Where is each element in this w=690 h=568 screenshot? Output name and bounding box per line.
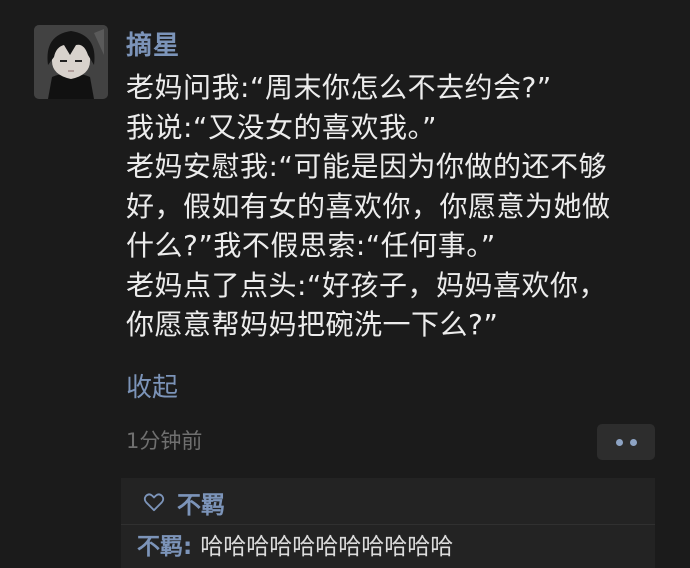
post-content-line: 好，假如有女的喜欢你，你愿意为她做 (126, 189, 611, 223)
comment-item[interactable]: 不羁: 哈哈哈哈哈哈哈哈哈哈哈 (137, 530, 453, 564)
post-content-line: 老妈点了点头:“好孩子，妈妈喜欢你， (126, 268, 607, 302)
post-content-line: 你愿意帮妈妈把碗洗一下么?” (126, 308, 499, 341)
post-content-line: 老妈问我:“周末你怎么不去约会?” (126, 71, 552, 104)
collapse-link[interactable]: 收起 (126, 368, 178, 408)
comment-text: 哈哈哈哈哈哈哈哈哈哈哈 (200, 534, 454, 560)
comment-author[interactable]: 不羁 (137, 534, 183, 560)
feedback-panel: 不羁 不羁: 哈哈哈哈哈哈哈哈哈哈哈 (121, 478, 655, 568)
post-content-line: 老妈安慰我:“可能是因为你做的还不够 (126, 150, 607, 183)
comment-separator: : (183, 534, 201, 560)
likes-row: 不羁 (143, 484, 225, 520)
more-dots-icon (629, 438, 637, 446)
anime-avatar-icon (34, 25, 108, 99)
post-content: 老妈问我:“周末你怎么不去约会?” 我说:“又没女的喜欢我。” 老妈安慰我:“可… (126, 68, 666, 345)
moment-post: 摘星 老妈问我:“周末你怎么不去约会?” 我说:“又没女的喜欢我。” 老妈安慰我… (126, 26, 666, 345)
post-content-line: 我说:“又没女的喜欢我。” (126, 110, 437, 144)
divider (121, 524, 655, 525)
avatar[interactable] (34, 25, 108, 99)
post-content-line: 什么?”我不假思索:“任何事。” (126, 229, 496, 262)
more-dots-icon (615, 438, 623, 446)
heart-outline-icon (143, 493, 165, 512)
liker-name[interactable]: 不羁 (177, 485, 225, 520)
post-author-name[interactable]: 摘星 (126, 26, 666, 66)
post-timestamp: 1分钟前 (126, 429, 203, 453)
more-actions-button[interactable] (597, 424, 655, 460)
